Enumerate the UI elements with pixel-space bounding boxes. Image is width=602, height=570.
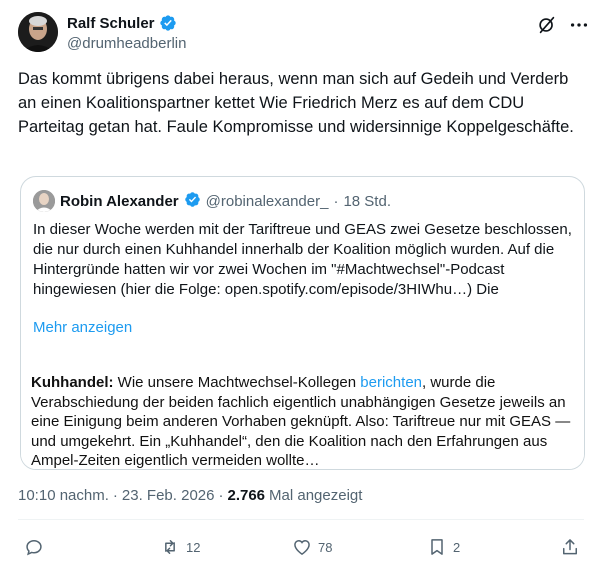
grok-icon[interactable] [536, 14, 558, 36]
meta-separator: · [218, 487, 224, 504]
bookmark-count: 2 [453, 539, 461, 555]
more-icon[interactable] [568, 14, 590, 36]
retweet-count: 12 [186, 539, 201, 555]
bookmark-icon [431, 539, 443, 555]
tweet-time[interactable]: 10:10 nachm. [18, 487, 109, 504]
views-label: Mal angezeigt [269, 487, 363, 504]
quote-text: In dieser Woche werden mit der Tariftreu… [33, 221, 572, 298]
image-link: berichten [360, 374, 423, 391]
author-name[interactable]: Ralf Schuler [67, 15, 155, 32]
quote-separator: · [333, 192, 339, 210]
like-icon [294, 539, 310, 555]
divider [18, 519, 584, 520]
bookmark-button[interactable]: 2 [427, 537, 460, 557]
quote-timestamp[interactable]: 18 Std. [343, 193, 391, 210]
quote-image[interactable]: Kuhhandel: Wie unsere Machtwechsel-Kolle… [21, 349, 584, 469]
tweet-header: Ralf Schuler @drumheadberlin [18, 10, 590, 58]
author-handle[interactable]: @drumheadberlin [67, 35, 186, 52]
retweet-button[interactable]: 12 [160, 537, 200, 557]
quoted-tweet[interactable]: Robin Alexander @robinalexander_ · 18 St… [20, 176, 585, 470]
view-count: 2.766 [227, 487, 266, 504]
verified-badge-icon [184, 191, 201, 212]
share-icon [563, 539, 577, 555]
tweet-date[interactable]: 23. Feb. 2026 [122, 487, 215, 504]
reply-icon [26, 539, 42, 556]
quote-author-handle: @robinalexander_ [205, 192, 329, 210]
tweet-text: Das kommt übrigens dabei heraus, wenn ma… [18, 70, 574, 136]
image-text-part1: Wie unsere Machtwechsel-Kollegen [113, 374, 361, 391]
verified-badge-icon [159, 14, 177, 32]
share-button[interactable] [560, 537, 580, 557]
tweet-meta: 10:10 nachm. · 23. Feb. 2026 · 2.766 Mal… [18, 487, 362, 504]
action-bar: 12 78 2 [0, 533, 602, 563]
show-more-link[interactable]: Mehr anzeigen [33, 319, 132, 336]
meta-separator: · [112, 487, 118, 504]
quote-avatar [33, 190, 55, 212]
image-bold-lead: Kuhhandel: [31, 374, 114, 391]
like-button[interactable]: 78 [292, 537, 332, 557]
author-avatar[interactable] [18, 12, 58, 52]
retweet-icon [165, 540, 175, 554]
quote-image-text: Kuhhandel: Wie unsere Machtwechsel-Kolle… [31, 373, 571, 469]
quote-header: Robin Alexander @robinalexander_ · 18 St… [33, 190, 391, 212]
like-count: 78 [318, 539, 333, 555]
quote-author-name[interactable]: Robin Alexander [60, 193, 179, 210]
reply-button[interactable] [24, 537, 50, 557]
